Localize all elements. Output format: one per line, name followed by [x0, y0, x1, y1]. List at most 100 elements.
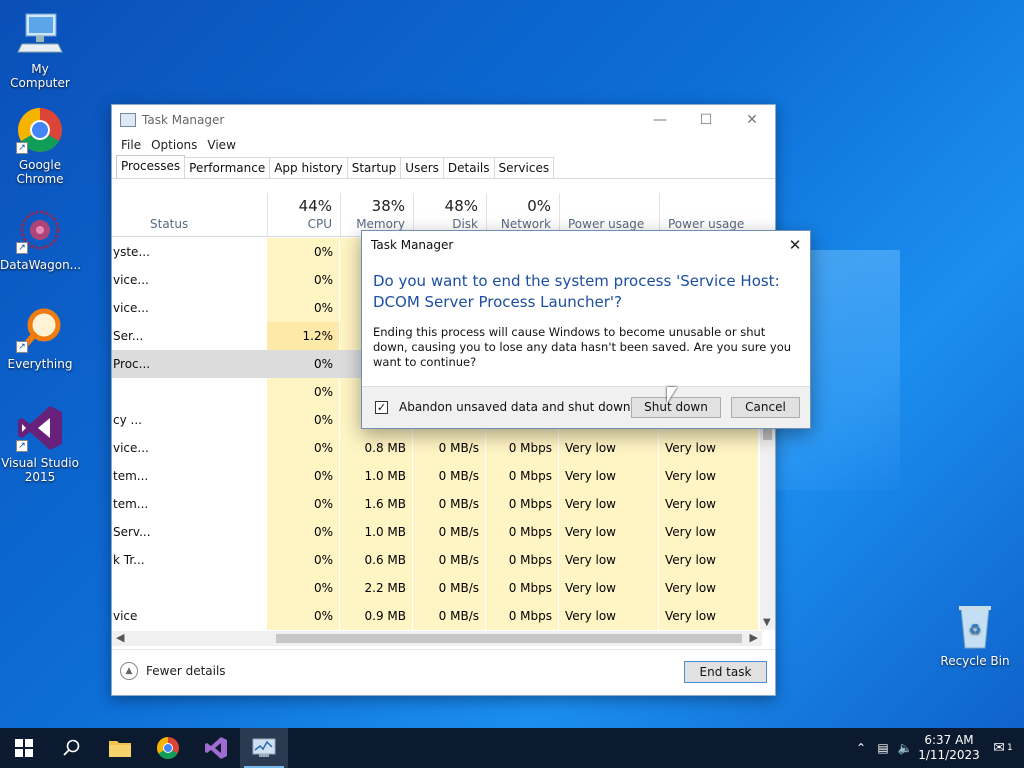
dialog-button-area: ✓ Abandon unsaved data and shut down. Sh…: [362, 386, 810, 428]
cpu-value: 0%: [267, 378, 339, 406]
footer: ▲ Fewer details End task: [112, 649, 775, 695]
table-row[interactable]: tem... 0% 1.6 MB 0 MB/s 0 Mbps Very low Very l…: [112, 490, 762, 518]
desktop-icon-my-computer[interactable]: My Computer: [0, 10, 80, 90]
tab-processes[interactable]: Processes: [116, 155, 186, 178]
abandon-data-label[interactable]: Abandon unsaved data and shut down.: [399, 400, 634, 414]
notification-center-button[interactable]: ✉ 1: [982, 740, 1024, 756]
cpu-value: 0%: [267, 434, 339, 462]
visual-studio-icon: ↗: [16, 404, 64, 452]
network-value: 0 Mbps: [486, 546, 558, 574]
table-row[interactable]: k Tr... 0% 0.6 MB 0 MB/s 0 Mbps Very low Very …: [112, 546, 762, 574]
taskbar-task-manager[interactable]: [240, 728, 288, 768]
recycle-bin-icon: ♻: [951, 602, 999, 650]
desktop-icon-label: Visual Studio 2015: [1, 456, 79, 484]
table-row[interactable]: 0% 2.2 MB 0 MB/s 0 Mbps Very low Very low: [112, 574, 762, 602]
cpu-value: 1.2%: [267, 322, 339, 350]
cpu-value: 0%: [267, 266, 339, 294]
notification-count: 1: [1007, 743, 1013, 753]
dialog-title-bar[interactable]: Task Manager ✕: [362, 231, 810, 259]
table-row[interactable]: tem... 0% 1.0 MB 0 MB/s 0 Mbps Very low Very l…: [112, 462, 762, 490]
vertical-scroll-thumb[interactable]: [763, 428, 772, 440]
task-manager-icon: [120, 113, 136, 127]
taskbar-chrome[interactable]: [144, 728, 192, 768]
table-row[interactable]: vice... 0% 0.8 MB 0 MB/s 0 Mbps Very low Very …: [112, 434, 762, 462]
power-trend-value: Very low: [659, 602, 758, 630]
tab-app-history[interactable]: App history: [269, 157, 348, 178]
power-usage-value: Very low: [559, 490, 658, 518]
dialog-message: Ending this process will cause Windows t…: [373, 325, 792, 369]
dialog-title: Task Manager: [371, 238, 454, 252]
table-row[interactable]: Serv... 0% 1.0 MB 0 MB/s 0 Mbps Very low Very …: [112, 518, 762, 546]
scroll-right-arrow-icon[interactable]: ▶: [750, 631, 758, 644]
cpu-value: 0%: [267, 490, 339, 518]
end-task-button[interactable]: End task: [684, 661, 767, 683]
minimize-button[interactable]: —: [637, 105, 683, 135]
desktop-icon-visual-studio[interactable]: ↗ Visual Studio 2015: [0, 404, 80, 484]
scroll-left-arrow-icon[interactable]: ◀: [116, 631, 124, 644]
close-button[interactable]: ✕: [729, 105, 775, 135]
cpu-value: 0%: [267, 294, 339, 322]
network-value: 0 Mbps: [486, 574, 558, 602]
tab-users[interactable]: Users: [400, 157, 444, 178]
visual-studio-icon: [205, 737, 227, 759]
disk-value: 0 MB/s: [413, 490, 485, 518]
network-icon[interactable]: ▤: [872, 741, 894, 755]
cpu-value: 0%: [267, 546, 339, 574]
tab-performance[interactable]: Performance: [184, 157, 271, 178]
svg-text:♻: ♻: [969, 622, 982, 638]
clock-time: 6:37 AM: [924, 733, 974, 747]
chrome-icon: ↗: [16, 106, 64, 154]
search-icon: [63, 739, 80, 756]
tab-details[interactable]: Details: [442, 157, 495, 178]
chevron-up-icon[interactable]: ⌃: [850, 741, 872, 755]
fewer-details-label: Fewer details: [146, 664, 226, 678]
desktop-icon-everything[interactable]: ↗ Everything: [0, 305, 80, 371]
memory-value: 1.0 MB: [340, 518, 412, 546]
taskbar: ⌃ ▤ 🔈 6:37 AM 1/11/2023 ✉ 1: [0, 728, 1024, 768]
start-button[interactable]: [0, 728, 48, 768]
cancel-button[interactable]: Cancel: [731, 397, 800, 418]
scroll-down-arrow-icon[interactable]: ▼: [763, 617, 771, 628]
cpu-value: 0%: [267, 518, 339, 546]
network-value: 0 Mbps: [486, 462, 558, 490]
menu-view[interactable]: View: [202, 138, 240, 152]
process-name: Ser...: [113, 329, 144, 343]
network-value: 0 Mbps: [486, 490, 558, 518]
table-row[interactable]: vice 0% 0.9 MB 0 MB/s 0 Mbps Very low Very low: [112, 602, 762, 630]
tab-services[interactable]: Services: [493, 157, 555, 178]
cpu-value: 0%: [267, 602, 339, 630]
volume-icon[interactable]: 🔈: [894, 741, 916, 755]
desktop-icon-label: Recycle Bin: [940, 654, 1010, 668]
end-process-dialog: Task Manager ✕ Do you want to end the sy…: [361, 230, 811, 429]
horizontal-scrollbar[interactable]: ◀ ▶: [112, 631, 762, 646]
process-name: vice...: [113, 301, 149, 315]
tab-startup[interactable]: Startup: [346, 157, 402, 178]
column-status[interactable]: Status: [142, 193, 267, 237]
power-trend-value: Very low: [659, 490, 758, 518]
tab-strip: Processes Performance App history Startu…: [112, 155, 775, 179]
shortcut-arrow-icon: ↗: [16, 440, 28, 452]
cpu-value: 0%: [267, 350, 339, 378]
desktop-icon-recycle-bin[interactable]: ♻ Recycle Bin: [935, 602, 1015, 668]
taskbar-visual-studio[interactable]: [192, 728, 240, 768]
process-name: [112, 574, 262, 602]
network-value: 0 Mbps: [486, 434, 558, 462]
desktop-icon-chrome[interactable]: ↗ Google Chrome: [0, 106, 80, 186]
taskbar-file-explorer[interactable]: [96, 728, 144, 768]
dialog-close-icon[interactable]: ✕: [780, 236, 810, 254]
menu-file[interactable]: File: [116, 138, 146, 152]
clock[interactable]: 6:37 AM 1/11/2023: [916, 733, 982, 763]
horizontal-scroll-thumb[interactable]: [276, 634, 742, 643]
maximize-button[interactable]: ☐: [683, 105, 729, 135]
process-name: vice: [113, 609, 138, 623]
abandon-data-checkbox[interactable]: ✓: [375, 401, 388, 414]
column-cpu[interactable]: 44% CPU: [267, 193, 340, 237]
fewer-details-toggle[interactable]: ▲ Fewer details: [120, 662, 226, 680]
menu-options[interactable]: Options: [146, 138, 202, 152]
clock-date: 1/11/2023: [918, 748, 980, 762]
desktop-icon-datawagon[interactable]: ↗ DataWagon...: [0, 206, 81, 272]
title-bar[interactable]: Task Manager — ☐ ✕: [112, 105, 775, 135]
process-name: [112, 378, 262, 406]
disk-value: 0 MB/s: [413, 434, 485, 462]
search-button[interactable]: [48, 728, 96, 768]
